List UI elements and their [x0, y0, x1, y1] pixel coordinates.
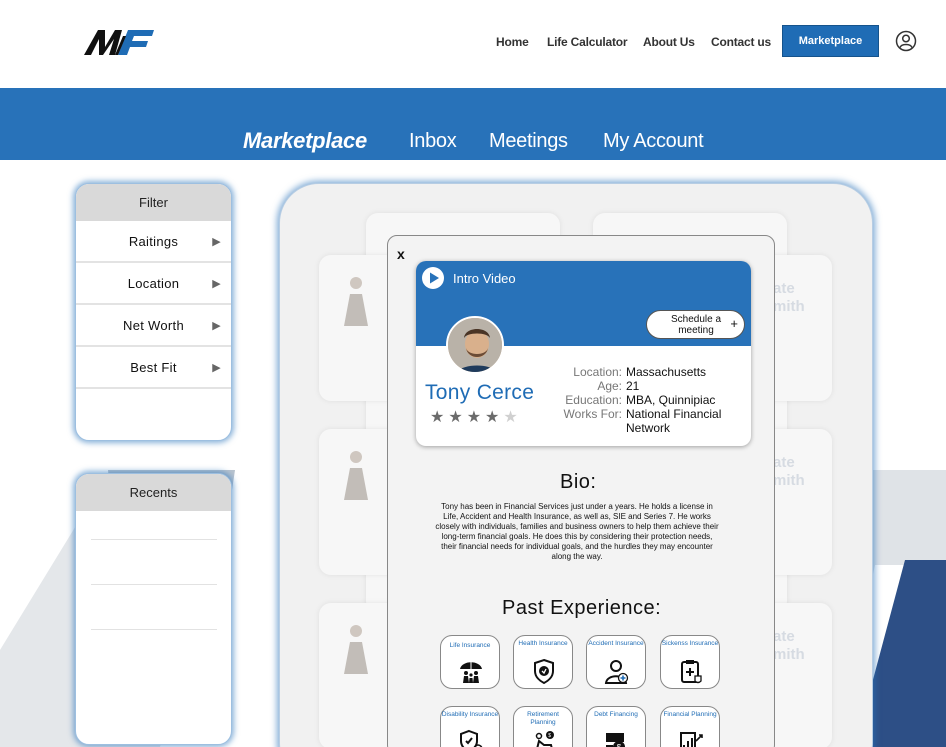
svg-text:$: $ [548, 733, 551, 739]
tab-meetings[interactable]: Meetings [489, 130, 568, 153]
experience-label: Life Insurance [449, 642, 491, 649]
advisor-photo [344, 277, 368, 326]
bio-text: Tony has been in Financial Services just… [435, 502, 719, 561]
play-circle-icon[interactable] [421, 266, 445, 290]
tab-marketplace[interactable]: Marketplace [243, 128, 367, 154]
nav-life-calculator[interactable]: Life Calculator [547, 35, 628, 49]
tab-band [0, 88, 946, 160]
experience-label: Accident Insurance [588, 640, 644, 647]
filter-location[interactable]: Location ▶ [76, 263, 231, 305]
tab-inbox[interactable]: Inbox [409, 130, 457, 153]
schedule-meeting-button[interactable]: Schedule a meeting + [646, 310, 745, 339]
clipboard-medical-icon [681, 660, 702, 684]
works-for-value: National Financial Network [626, 407, 722, 435]
experience-accident-insurance[interactable]: Accident Insurance [586, 635, 646, 689]
education-label: Education: [565, 393, 622, 407]
recents-divider [91, 584, 217, 585]
past-experience-heading: Past Experience: [502, 597, 662, 619]
disability-shield-icon [460, 729, 483, 747]
planning-chart-icon [680, 732, 703, 747]
age-label: Age: [597, 379, 622, 393]
recents-title: Recents [76, 474, 231, 511]
plus-icon: + [730, 316, 738, 331]
works-for-label: Works For: [563, 407, 622, 421]
recents-panel: Recents [75, 473, 232, 745]
experience-financial-planning[interactable]: Financial Planning [660, 706, 720, 747]
money-hand-icon: $ [606, 733, 625, 747]
location-value: Massachusetts [626, 365, 707, 379]
advisor-name: Tony Cerce [425, 381, 535, 404]
experience-label: Health Insurance [518, 640, 568, 647]
nav-home[interactable]: Home [496, 35, 529, 49]
play-arrow-icon: ▶ [212, 236, 221, 248]
filter-best-fit[interactable]: Best Fit ▶ [76, 347, 231, 389]
retirement-chair-icon: $ [535, 731, 554, 747]
svg-text:$: $ [617, 743, 622, 747]
marketplace-button[interactable]: Marketplace [782, 25, 879, 57]
experience-debt-financing[interactable]: Debt Financing $ [586, 706, 646, 747]
play-arrow-icon: ▶ [212, 362, 221, 374]
star-icon: ★ [448, 409, 463, 426]
advisor-name-partial: ate mith [773, 454, 805, 489]
app-root: Home Life Calculator About Us Contact us… [0, 0, 946, 747]
advisor-photo [344, 625, 368, 674]
mf-logo[interactable] [84, 26, 156, 58]
nav-contact-us[interactable]: Contact us [711, 35, 771, 49]
advisor-name-partial: ate mith [773, 628, 805, 663]
experience-label: Sickenss Insurance [661, 640, 719, 647]
rating-stars: ★ ★ ★ ★ ★ [430, 407, 518, 427]
experience-label: Debt Financing [594, 711, 638, 718]
health-shield-icon [534, 658, 554, 684]
experience-sickness-insurance[interactable]: Sickenss Insurance [660, 635, 720, 689]
experience-retirement-planning[interactable]: Retirement Planning $ [513, 706, 573, 747]
experience-disability-insurance[interactable]: Disability Insurance [440, 706, 500, 747]
star-icon: ★ [466, 409, 482, 426]
close-button[interactable]: x [397, 246, 405, 262]
avatar [446, 316, 504, 374]
location-label: Location: [573, 365, 622, 379]
recents-divider [91, 539, 217, 540]
doctor-icon [604, 660, 629, 684]
education-value: MBA, Quinnipiac [626, 393, 716, 407]
filter-net-worth-label: Net Worth [123, 317, 184, 333]
family-umbrella-icon [460, 661, 482, 683]
top-navigation-bar: Home Life Calculator About Us Contact us… [0, 0, 946, 88]
experience-label: Retirement Planning [527, 711, 559, 726]
filter-ratings[interactable]: Raitings ▶ [76, 221, 231, 263]
play-arrow-icon: ▶ [212, 320, 221, 332]
schedule-meeting-label: Schedule a meeting [670, 314, 722, 336]
advisor-portrait-icon [448, 318, 502, 372]
intro-video-label[interactable]: Intro Video [453, 271, 516, 286]
star-icon: ★ [485, 409, 500, 426]
filter-best-fit-label: Best Fit [130, 359, 177, 375]
recents-divider [91, 629, 217, 630]
profile-card: Intro Video Schedule a meeting + Tony Ce… [416, 261, 751, 446]
nav-about-us[interactable]: About Us [643, 35, 695, 49]
user-circle-icon[interactable] [895, 30, 917, 52]
filter-panel: Filter Raitings ▶ Location ▶ Net Worth ▶… [75, 183, 232, 441]
bio-heading: Bio: [560, 471, 597, 493]
tab-my-account[interactable]: My Account [603, 130, 704, 153]
age-value: 21 [626, 379, 640, 393]
filter-net-worth[interactable]: Net Worth ▶ [76, 305, 231, 347]
filter-location-label: Location [127, 275, 180, 291]
star-empty-icon: ★ [503, 409, 518, 426]
experience-health-insurance[interactable]: Health Insurance [513, 635, 573, 689]
experience-label: Disability Insurance [441, 711, 499, 718]
experience-label: Financial Planning [663, 711, 717, 718]
advisor-name-partial: ate mith [773, 280, 805, 315]
filter-title: Filter [76, 184, 231, 221]
experience-life-insurance[interactable]: Life Insurance [440, 635, 500, 689]
star-icon: ★ [430, 409, 445, 426]
advisor-photo [344, 451, 368, 500]
play-arrow-icon: ▶ [212, 278, 221, 290]
filter-ratings-label: Raitings [128, 233, 179, 249]
